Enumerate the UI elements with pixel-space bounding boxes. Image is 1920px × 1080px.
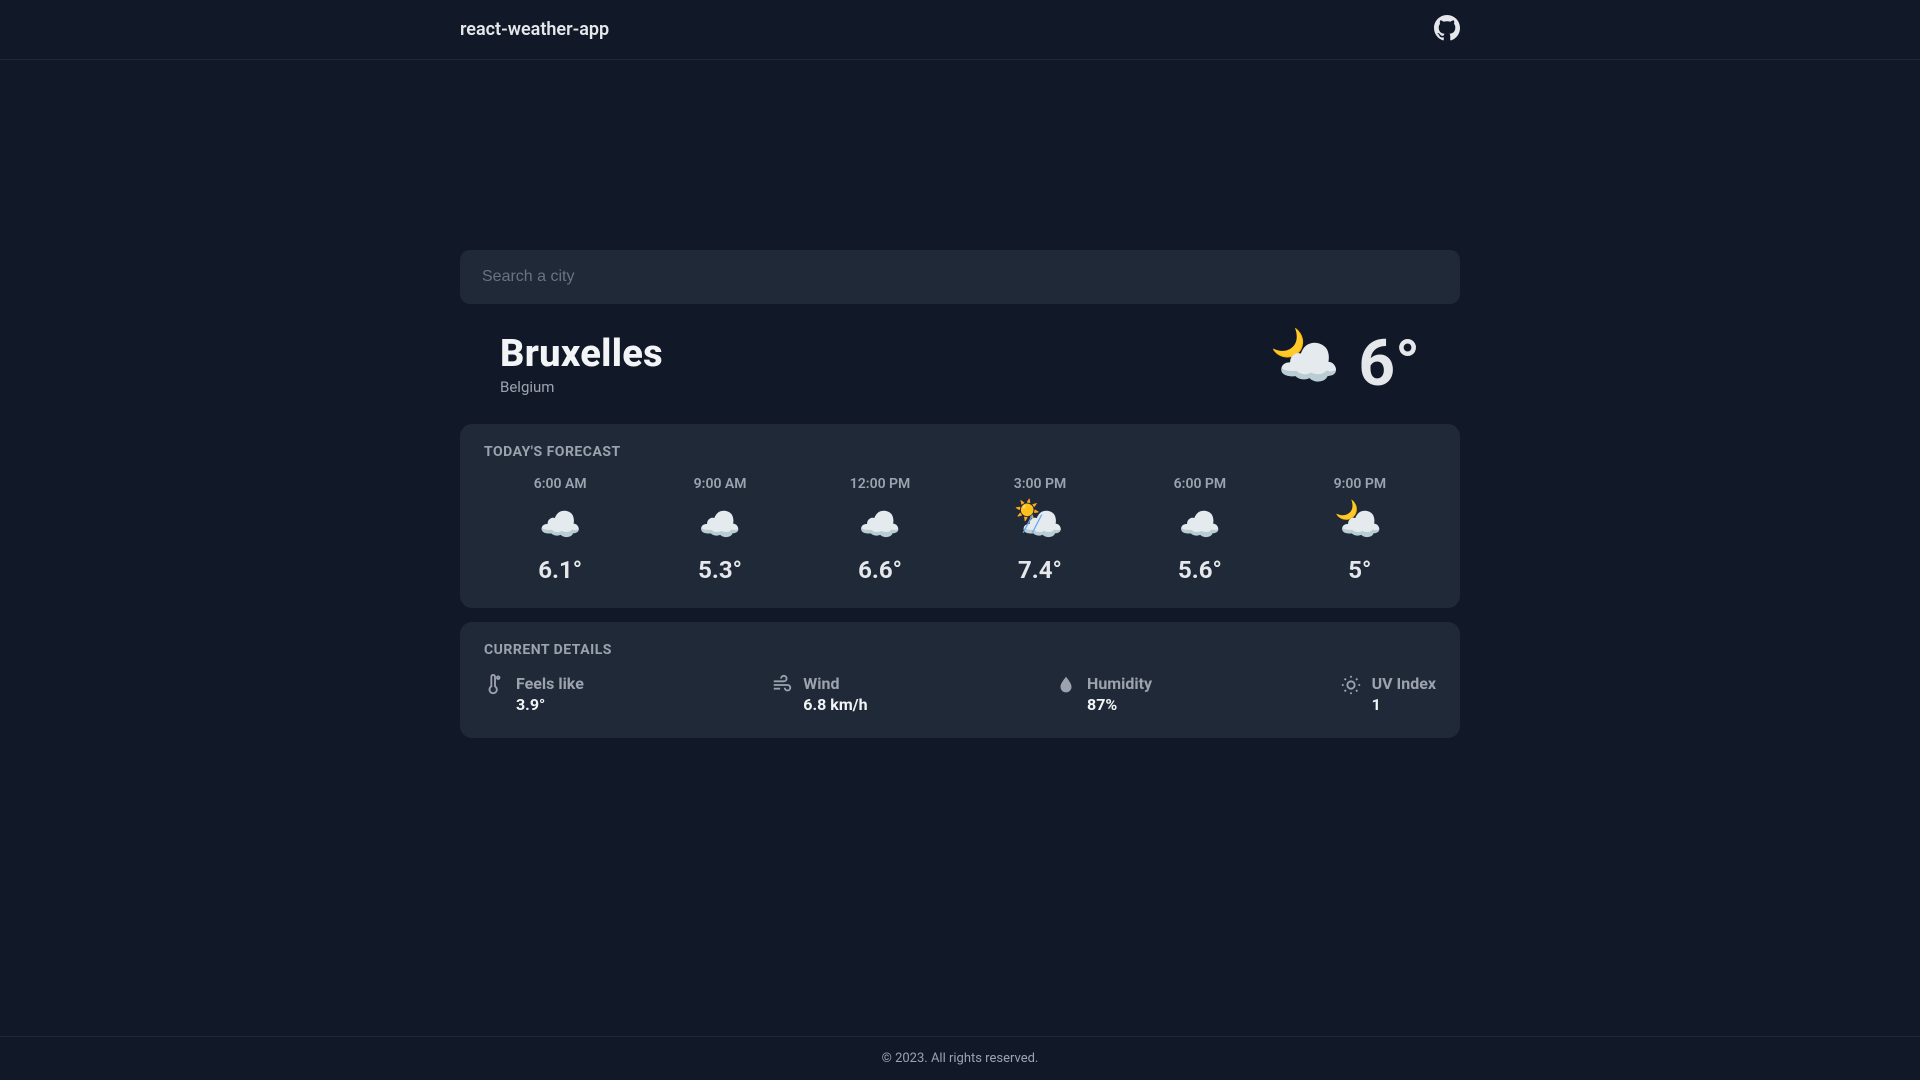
forecast-card: TODAY'S FORECAST 6:00 AM ☁️ 6.1° 9:00 AM… [460, 424, 1460, 608]
cloudy-icon: ☁️ [699, 505, 741, 545]
detail-label: UV Index [1372, 674, 1436, 693]
details-card: CURRENT DETAILS Feels like 3.9° Wind 6.8… [460, 622, 1460, 738]
detail-value: 6.8 km/h [803, 695, 867, 714]
forecast-item: 9:00 AM ☁️ 5.3° [644, 476, 796, 584]
forecast-item: 6:00 AM ☁️ 6.1° [484, 476, 636, 584]
github-link[interactable] [1434, 15, 1460, 45]
forecast-row: 6:00 AM ☁️ 6.1° 9:00 AM ☁️ 5.3° 12:00 PM… [484, 476, 1436, 584]
forecast-time: 9:00 PM [1334, 476, 1387, 492]
footer-text: © 2023. All rights reserved. [882, 1051, 1039, 1066]
forecast-item: 6:00 PM ☁️ 5.6° [1124, 476, 1276, 584]
detail-value: 87% [1087, 695, 1152, 714]
detail-value: 3.9° [516, 695, 584, 714]
forecast-temp: 5.3° [698, 556, 742, 584]
detail-wind: Wind 6.8 km/h [771, 674, 867, 714]
forecast-temp: 6.6° [858, 556, 902, 584]
wind-icon [771, 674, 793, 700]
forecast-temp: 6.1° [538, 556, 582, 584]
partly-sunny-showers-icon: ☀️☁️╱╱ [1018, 504, 1062, 547]
forecast-time: 12:00 PM [850, 476, 911, 492]
current-temp-block: 🌙☁️ 6° [1275, 332, 1420, 396]
details-title: CURRENT DETAILS [484, 642, 1436, 658]
forecast-temp: 7.4° [1018, 556, 1062, 584]
cloudy-icon: ☁️ [859, 505, 901, 545]
footer: © 2023. All rights reserved. [0, 1036, 1920, 1080]
detail-value: 1 [1372, 695, 1436, 714]
detail-feels-like: Feels like 3.9° [484, 674, 584, 714]
app-title: react-weather-app [460, 19, 609, 40]
partly-cloudy-night-icon: 🌙☁️ [1338, 504, 1382, 547]
cloudy-icon: ☁️ [539, 505, 581, 545]
sun-icon [1340, 674, 1362, 700]
current-temp: 6° [1358, 332, 1420, 396]
search-container [460, 250, 1460, 304]
detail-label: Humidity [1087, 674, 1152, 693]
forecast-time: 9:00 AM [694, 476, 747, 492]
forecast-temp: 5° [1348, 556, 1371, 584]
forecast-item: 3:00 PM ☀️☁️╱╱ 7.4° [964, 476, 1116, 584]
cloudy-icon: ☁️ [1179, 505, 1221, 545]
forecast-time: 6:00 AM [534, 476, 587, 492]
forecast-item: 12:00 PM ☁️ 6.6° [804, 476, 956, 584]
detail-uv: UV Index 1 [1340, 674, 1436, 714]
detail-label: Wind [803, 674, 867, 693]
search-input[interactable] [482, 268, 1438, 286]
partly-cloudy-night-icon: 🌙☁️ [1275, 333, 1340, 396]
forecast-time: 6:00 PM [1174, 476, 1227, 492]
forecast-item: 9:00 PM 🌙☁️ 5° [1284, 476, 1436, 584]
current-weather: Bruxelles Belgium 🌙☁️ 6° [460, 304, 1460, 424]
city-name: Bruxelles [500, 332, 663, 376]
forecast-temp: 5.6° [1178, 556, 1222, 584]
country-name: Belgium [500, 378, 663, 396]
forecast-time: 3:00 PM [1014, 476, 1067, 492]
github-icon [1434, 15, 1460, 45]
main-content: Bruxelles Belgium 🌙☁️ 6° TODAY'S FORECAS… [460, 60, 1460, 738]
forecast-title: TODAY'S FORECAST [484, 444, 1436, 460]
thermometer-icon [484, 674, 506, 700]
details-row: Feels like 3.9° Wind 6.8 km/h Humidi [484, 674, 1436, 714]
detail-humidity: Humidity 87% [1055, 674, 1152, 714]
location-block: Bruxelles Belgium [500, 332, 663, 396]
droplet-icon [1055, 674, 1077, 700]
detail-label: Feels like [516, 674, 584, 693]
topbar: react-weather-app [0, 0, 1920, 60]
